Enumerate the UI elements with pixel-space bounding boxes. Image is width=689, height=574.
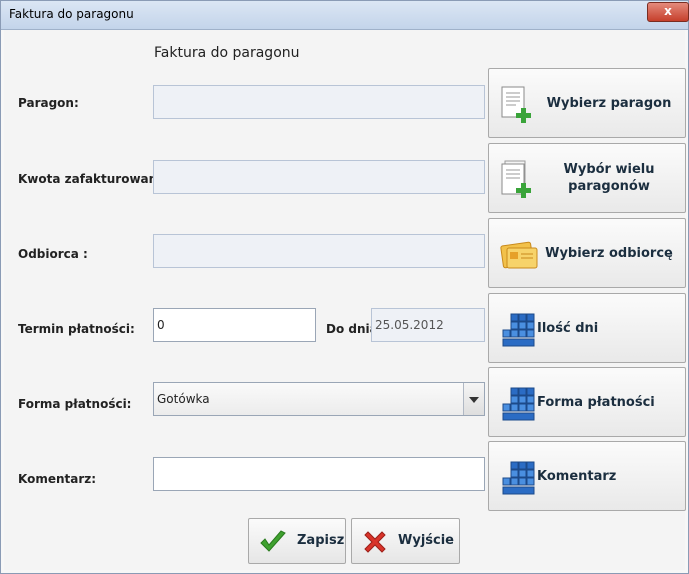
paragon-label: Paragon:: [18, 96, 79, 110]
card-icon: [500, 241, 538, 269]
wyjscie-button[interactable]: Wyjście: [351, 518, 460, 564]
kwota-label: Kwota zafakturowana:: [18, 172, 171, 186]
wyjscie-label: Wyjście: [398, 533, 454, 548]
komentarz-button-label: Komentarz: [537, 468, 617, 484]
odbiorca-label: Odbiorca :: [18, 247, 88, 261]
zapisz-button[interactable]: Zapisz: [248, 518, 346, 564]
wybor-wielu-label: Wybór wielu paragonów: [563, 162, 655, 194]
ilosc-dni-label: Ilość dni: [537, 320, 599, 336]
dialog-window: Faktura do paragonu x Faktura do paragon…: [0, 0, 689, 574]
form-area: Faktura do paragonu Paragon: Wybierz par…: [4, 30, 686, 570]
keypad-icon: [502, 387, 535, 421]
wybor-wielu-paragonow-button[interactable]: Wybór wielu paragonów: [488, 143, 686, 213]
keypad-icon: [502, 461, 535, 495]
cross-icon: [364, 531, 386, 553]
forma-select[interactable]: Gotówka: [153, 382, 485, 416]
forma-label: Forma płatności:: [18, 397, 132, 411]
check-icon: [260, 530, 286, 552]
keypad-icon: [502, 313, 535, 347]
close-icon: x: [664, 4, 672, 18]
ilosc-dni-button[interactable]: Ilość dni: [488, 293, 686, 363]
komentarz-button[interactable]: Komentarz: [488, 441, 686, 511]
wybierz-odbiorce-label: Wybierz odbiorcę: [545, 245, 673, 261]
kwota-field: [153, 160, 485, 194]
forma-platnosci-button[interactable]: Forma płatności: [488, 367, 686, 437]
do-dnia-field: 25.05.2012: [371, 308, 485, 342]
forma-platnosci-label: Forma płatności: [537, 394, 655, 410]
paragon-field: [153, 85, 485, 119]
receipts-add-icon: [501, 160, 531, 198]
window-title: Faktura do paragonu: [9, 7, 134, 21]
wybierz-paragon-button[interactable]: Wybierz paragon: [488, 68, 686, 138]
termin-label: Termin płatności:: [18, 322, 135, 336]
zapisz-label: Zapisz: [297, 533, 345, 548]
wybierz-odbiorce-button[interactable]: Wybierz odbiorcę: [488, 218, 686, 288]
form-heading: Faktura do paragonu: [154, 45, 300, 61]
close-button[interactable]: x: [647, 2, 689, 22]
dropdown-button[interactable]: [463, 383, 484, 415]
odbiorca-field: [153, 234, 485, 268]
komentarz-label: Komentarz:: [18, 472, 97, 486]
komentarz-input[interactable]: [153, 457, 485, 491]
termin-input[interactable]: 0: [153, 308, 316, 342]
wybierz-paragon-label: Wybierz paragon: [546, 95, 672, 111]
chevron-down-icon: [469, 397, 479, 403]
receipt-add-icon: [501, 86, 531, 123]
title-bar[interactable]: Faktura do paragonu x: [1, 1, 689, 30]
